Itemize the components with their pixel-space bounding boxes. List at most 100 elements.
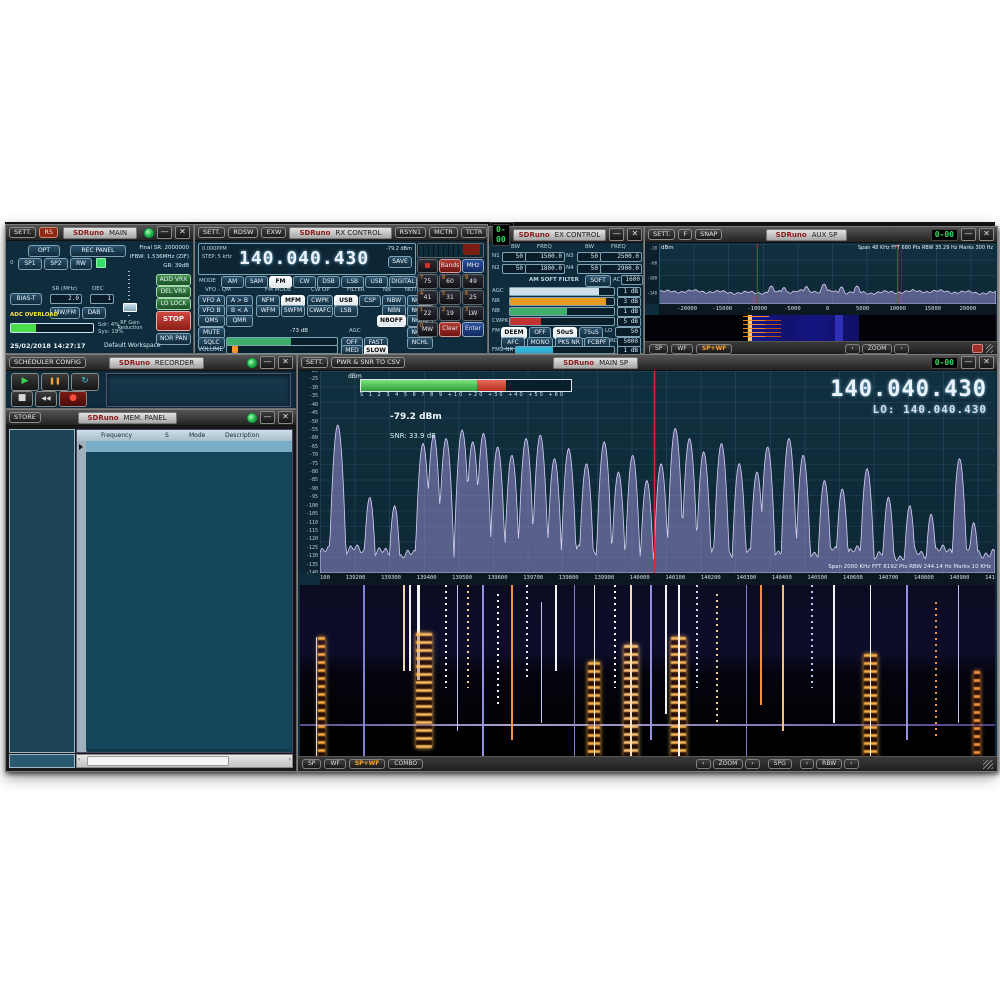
qmr-button[interactable]: QMR [226,315,253,327]
pwr-snr-csv-button[interactable]: PWR & SNR TO CSV [331,357,406,368]
stop-rec-button[interactable]: ■ [11,391,33,407]
fms-nr-slider[interactable] [515,346,615,354]
soft-button[interactable]: SOFT [585,275,611,287]
mem-table[interactable]: Frequency S Mode Description [76,429,293,753]
aux-wf-button[interactable]: WF [671,343,693,354]
wfm-button[interactable]: WFM [256,305,280,317]
nr-slider[interactable] [509,297,615,306]
key-1[interactable]: 1 22 [417,306,438,321]
close-button[interactable]: ✕ [978,228,994,241]
close-button[interactable]: ✕ [175,226,190,239]
rs-badge[interactable]: RS [39,227,59,238]
sp-spwf-button[interactable]: SP+WF [348,759,386,769]
aux-zoom-in-button[interactable]: › [894,343,909,354]
dec-value[interactable]: 1 [90,294,114,304]
col-description[interactable]: Description [225,432,259,439]
aux-resize-grip[interactable] [986,344,993,353]
table-row[interactable] [86,738,292,750]
store-button[interactable]: STORE [9,412,41,423]
del-vrx-button[interactable]: DEL VRX [156,286,191,298]
swfm-button[interactable]: SWFM [281,305,305,317]
col-s[interactable]: S [165,432,169,439]
mem-hscrollbar[interactable]: ‹ › [76,754,293,768]
scheduler-config-button[interactable]: SCHEDULER CONFIG [9,357,86,368]
nor-pan-button[interactable]: NOR PAN [156,333,191,345]
minimize-button[interactable]: — [960,356,976,369]
sp-waterfall[interactable] [300,585,995,757]
opt-button[interactable]: OPT [28,245,60,257]
n1-bw[interactable]: 50 [502,252,526,262]
vfo-frequency[interactable]: 140.040.430 [239,248,369,269]
key-dot[interactable] [417,259,438,273]
mctr-button[interactable]: MCTR [429,227,458,238]
mem-rows[interactable] [86,441,292,752]
nboff-button[interactable]: NBOFF [377,315,406,327]
minimize-button[interactable]: — [259,356,275,369]
sp-spectrum-plot[interactable]: dBm S 1 2 3 4 5 6 7 8 9 +10 +20 +30 +40 … [320,371,995,573]
col-mode[interactable]: Mode [189,432,205,439]
add-vrx-button[interactable]: ADD VRX [156,274,191,286]
close-button[interactable]: ✕ [627,228,643,241]
minimize-button[interactable]: — [259,411,275,424]
scroll-thumb[interactable] [87,756,229,766]
lo-lock-button[interactable]: LO LOCK [156,298,191,310]
aux-snap-button[interactable]: SNAP [695,229,723,240]
mem-titlebar[interactable]: STORE SDRuno MEM. PANEL — ✕ [6,410,296,426]
n2-bw[interactable]: 50 [502,264,526,274]
aux-spectrum-plot[interactable]: dBm Span 48 KHz FFT 680 Pts RBW 35.29 Hz… [659,244,996,304]
vfo-marker-line[interactable] [653,371,655,573]
rec-panel-button[interactable]: REC PANEL [70,245,126,257]
key-4[interactable]: 4 41 [417,290,438,305]
scroll-left-arrow[interactable]: ‹ [78,756,80,763]
frequency-display[interactable]: 0.000PPM STEP: 5 kHz 140.040.430 -79.2 d… [198,243,416,275]
rf-gain-slider-handle[interactable] [123,303,137,312]
sp-rbw-down-button[interactable]: ‹ [799,759,815,769]
aux-waterfall[interactable] [645,315,996,341]
record-button[interactable]: ● [59,391,87,407]
n3-bw[interactable]: 50 [577,252,601,262]
aux-settings-button[interactable]: SETT. [648,229,676,240]
loop-button[interactable]: ↻ [71,373,99,391]
key-7[interactable]: 7 75 [417,274,438,289]
ex-titlebar[interactable]: 0-00 SDRuno EX CONTROL — ✕ [489,223,643,246]
sr-value[interactable]: 2.0 [50,294,82,304]
key-8[interactable]: 8 60 [439,274,461,289]
sp-rbw-up-button[interactable]: › [844,759,859,769]
save-button[interactable]: SAVE [388,256,412,268]
main-titlebar[interactable]: SETT. RS SDRuno MAIN — ✕ [6,225,193,241]
bands-key[interactable]: Bands [439,259,461,273]
exw-button[interactable]: EXW [261,227,287,238]
sp-combo-button[interactable]: COMBO [388,759,424,769]
sp1-button[interactable]: SP1 [18,258,42,270]
lo-value[interactable]: 50 [615,327,641,337]
n4-freq[interactable]: 2900.0 [600,264,642,274]
minimize-button[interactable]: — [157,226,172,239]
bias-t-button[interactable]: BIAS-T [10,293,42,305]
rsyn1-button[interactable]: RSYN1 [394,227,427,238]
close-button[interactable]: ✕ [277,411,293,424]
aux-titlebar[interactable]: SETT. F SNAP SDRuno AUX SP 0-00 — ✕ [645,227,997,243]
tctr-button[interactable]: TCTR [460,227,488,238]
sp-titlebar[interactable]: SETT. PWR & SNR TO CSV SDRuno MAIN SP 0-0… [298,355,997,371]
minimize-button[interactable]: — [609,228,625,241]
sp-zoom-in-button[interactable]: › [745,759,760,769]
sp2-button[interactable]: SP2 [44,258,68,270]
play-button[interactable]: ▶ [11,373,39,391]
main-settings-button[interactable]: SETT. [9,227,37,238]
sp-zoom-out-button[interactable]: ‹ [696,759,711,769]
aux-f-button[interactable]: F [678,229,693,240]
qms-button[interactable]: QMS [198,315,225,327]
close-button[interactable]: ✕ [978,356,994,369]
cwpk-slider[interactable] [509,317,615,326]
mem-bank-sidebar[interactable] [9,429,75,753]
ac-value[interactable]: 1600 [621,275,643,285]
mhz-key[interactable]: MHz [462,259,484,273]
key-0[interactable]: 0 MW [417,322,438,337]
csp-button[interactable]: CSP [359,295,381,307]
key-9[interactable]: 9 49 [462,274,484,289]
aux-sp-button[interactable]: SP [649,343,669,354]
volume-slider[interactable] [226,345,338,354]
n2-freq[interactable]: 1800.0 [525,264,565,274]
n1-freq[interactable]: 1500.0 [525,252,565,262]
agc-slider[interactable] [509,287,615,296]
